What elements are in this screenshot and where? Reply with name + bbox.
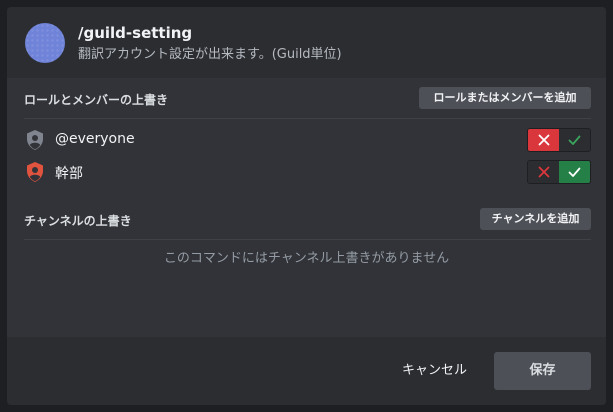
- cancel-button[interactable]: キャンセル: [402, 357, 467, 385]
- everyone-shield-icon: [24, 129, 46, 151]
- divider: [24, 118, 591, 119]
- check-icon: [568, 131, 581, 150]
- close-icon: [538, 131, 550, 150]
- permission-toggle: [527, 128, 591, 152]
- add-channel-button[interactable]: チャンネルを追加: [480, 208, 591, 230]
- empty-channels-text: このコマンドにはチャンネル上書きがありません: [163, 251, 450, 266]
- command-avatar: [25, 23, 65, 63]
- command-permissions-modal: /guild-setting 翻訳アカウント設定が出来ます。(Guild単位) …: [7, 7, 606, 405]
- role-shield-icon: [24, 161, 46, 183]
- modal-header: /guild-setting 翻訳アカウント設定が出来ます。(Guild単位): [7, 7, 606, 78]
- command-description: 翻訳アカウント設定が出来ます。(Guild単位): [78, 47, 342, 62]
- permission-row-label: 幹部: [55, 166, 83, 182]
- permission-row-label: @everyone: [55, 131, 135, 147]
- roles-section-label: ロールとメンバーの上書き: [24, 93, 169, 107]
- allow-button[interactable]: [559, 161, 590, 183]
- permission-row-everyone: @everyone: [24, 127, 591, 153]
- save-button[interactable]: 保存: [494, 352, 591, 390]
- add-role-or-member-button[interactable]: ロールまたはメンバーを追加: [419, 87, 591, 109]
- channels-section-label: チャンネルの上書き: [24, 214, 132, 228]
- deny-button[interactable]: [528, 161, 559, 183]
- deny-button[interactable]: [528, 129, 559, 151]
- command-title: /guild-setting: [78, 24, 193, 42]
- check-icon: [568, 163, 581, 182]
- permission-row-role: 幹部: [24, 159, 591, 185]
- divider: [24, 239, 591, 240]
- modal-footer: キャンセル 保存: [7, 337, 606, 405]
- close-icon: [538, 163, 550, 182]
- permission-toggle: [527, 160, 591, 184]
- allow-button[interactable]: [559, 129, 590, 151]
